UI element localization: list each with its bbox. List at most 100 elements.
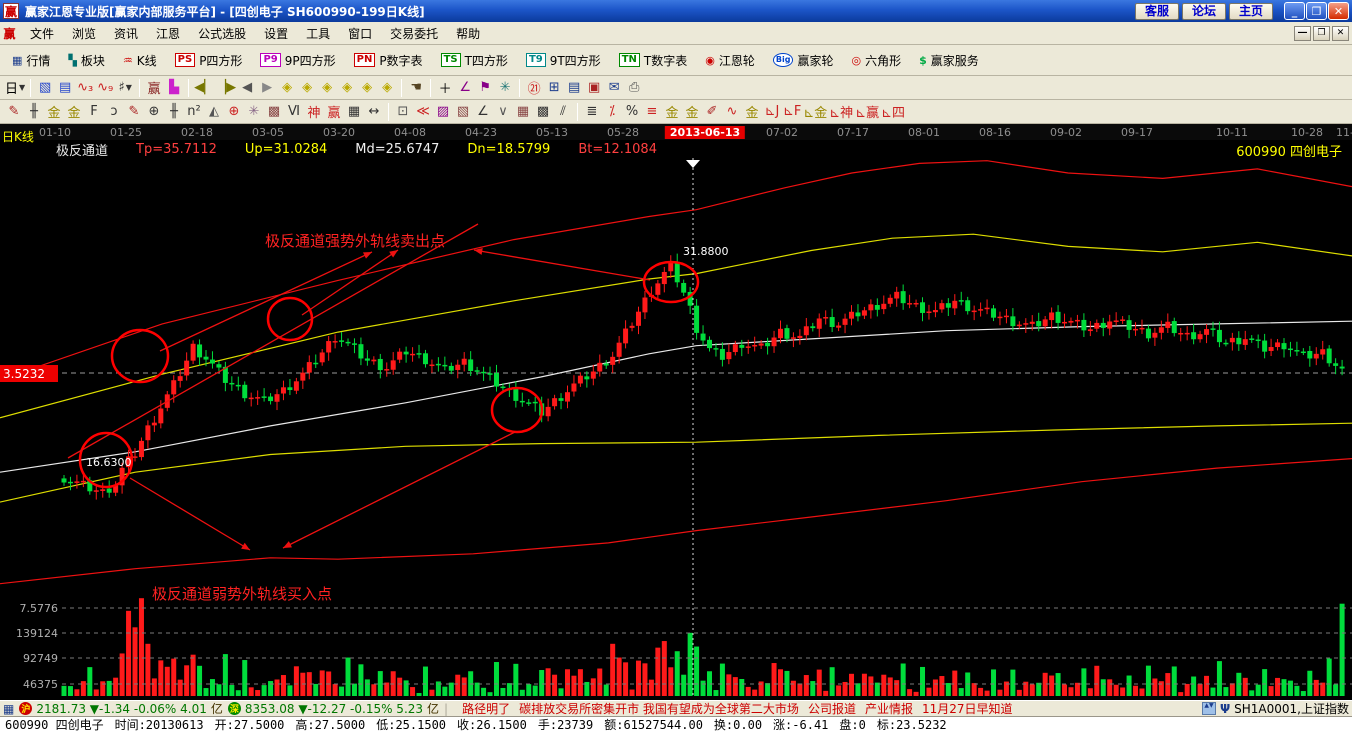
single-candle-icon[interactable]: ♯▼ — [115, 78, 135, 97]
pen-mark-icon[interactable]: ✐ — [702, 102, 722, 121]
winner-logo-icon[interactable]: 赢 — [144, 78, 164, 97]
grid-ruler-icon[interactable]: ▦ — [344, 102, 364, 121]
flag-tool-icon[interactable]: ⚑ — [475, 78, 495, 97]
mirror-tool-icon[interactable]: ◭ — [204, 102, 224, 121]
toolbar-button-gann-wheel[interactable]: ◉江恩轮 — [697, 48, 763, 73]
ma3-lines-icon[interactable]: ∿₃ — [75, 78, 95, 97]
zoom-in-h-icon[interactable]: ◈ — [297, 78, 317, 97]
shape-grid-icon[interactable]: ▧ — [453, 102, 473, 121]
gold-grid-1-icon[interactable]: 金 — [44, 102, 64, 121]
notes-icon[interactable]: ▤ — [564, 78, 584, 97]
angle-shen-icon[interactable]: ⊾神 — [828, 102, 854, 121]
wave-tool-icon[interactable]: ∿ — [722, 102, 742, 121]
toolbar-button-9t-square[interactable]: T99T四方形 — [518, 48, 609, 73]
news-headline-link[interactable]: 路径明了 — [462, 700, 510, 716]
gold-section-icon[interactable]: 金 — [662, 102, 682, 121]
menu-item-browse[interactable]: 浏览 — [63, 22, 105, 45]
percent-icon[interactable]: % — [622, 102, 642, 121]
maximize-button[interactable]: ❐ — [1306, 2, 1327, 20]
angle-measure-icon[interactable]: ∠ — [455, 78, 475, 97]
spiral-tool-icon[interactable]: ɔ — [104, 102, 124, 121]
level-lines-icon[interactable]: ≡ — [642, 102, 662, 121]
expand-v-icon[interactable]: ◈ — [377, 78, 397, 97]
angle-j-icon[interactable]: ⊾J — [762, 102, 782, 121]
expand-h-icon[interactable]: ◈ — [317, 78, 337, 97]
menu-item-tools[interactable]: 工具 — [297, 22, 339, 45]
index-shortcut-label[interactable]: SH1A0001,上证指数 — [1234, 700, 1349, 716]
news-headline-link[interactable]: 产业情报 — [865, 700, 913, 716]
toolbar-button-t-square[interactable]: TST四方形 — [433, 48, 516, 73]
close-button[interactable]: ✕ — [1328, 2, 1349, 20]
homepage-button[interactable]: 主页 — [1229, 3, 1273, 20]
toolbar-button-p-number-table[interactable]: PNP数字表 — [346, 48, 431, 73]
target-tool-icon[interactable]: ⊕ — [224, 102, 244, 121]
child-minimize-button[interactable]: ― — [1294, 26, 1311, 41]
pattern-tool-icon[interactable]: ✳ — [495, 78, 515, 97]
shape-fill-icon[interactable]: ▨ — [433, 102, 453, 121]
zigzag-line-icon[interactable]: ∨ — [493, 102, 513, 121]
calculator-icon[interactable]: ⊞ — [544, 78, 564, 97]
menu-item-file[interactable]: 文件 — [21, 22, 63, 45]
menu-item-gann[interactable]: 江恩 — [147, 22, 189, 45]
overlay-chart-icon[interactable]: ▧ — [35, 78, 55, 97]
toolbar-button-hexagon[interactable]: ◎六角形 — [843, 48, 909, 73]
grid-fine-icon[interactable]: ▦ — [513, 102, 533, 121]
gold-grid-2-icon[interactable]: 金 — [64, 102, 84, 121]
hand-tool-icon[interactable]: ☚ — [406, 78, 426, 97]
grid-coarse-icon[interactable]: ▩ — [533, 102, 553, 121]
trend-line-icon[interactable]: ∠ — [473, 102, 493, 121]
indicator-title[interactable]: 极反通道 — [56, 140, 108, 159]
ma9-lines-icon[interactable]: ∿₉ — [95, 78, 115, 97]
menu-item-trade[interactable]: 交易委托 — [381, 22, 447, 45]
child-restore-button[interactable]: ❐ — [1313, 26, 1330, 41]
tick-ruler-icon[interactable]: ╫ — [164, 102, 184, 121]
volume-histogram-icon[interactable]: ▙ — [164, 78, 184, 97]
menu-item-formula-pick[interactable]: 公式选股 — [189, 22, 255, 45]
menu-item-help[interactable]: 帮助 — [447, 22, 489, 45]
market-grid-icon[interactable]: ▦ — [3, 702, 14, 716]
n-square-tool-icon[interactable]: n² — [184, 102, 204, 121]
news-headline-link[interactable]: 11月27日早知道 — [922, 700, 1013, 716]
save-icon[interactable]: ▣ — [584, 78, 604, 97]
toolbar-button-kline[interactable]: ♒K线 — [115, 48, 165, 73]
news-headline-link[interactable]: 公司报道 — [808, 700, 856, 716]
printer-icon[interactable]: ⎙ — [624, 78, 644, 97]
price-scale-icon[interactable]: ≣ — [582, 102, 602, 121]
step-back-icon[interactable]: ◀ — [237, 78, 257, 97]
period-day-selector-dropdown-icon[interactable]: ▼ — [19, 83, 25, 92]
menu-item-window[interactable]: 窗口 — [339, 22, 381, 45]
toolbar-button-winner-service[interactable]: $赢家服务 — [911, 48, 987, 73]
cycle-circle-icon[interactable]: ⊕ — [144, 102, 164, 121]
forum-button[interactable]: 论坛 — [1182, 3, 1226, 20]
customer-service-button[interactable]: 客服 — [1135, 3, 1179, 20]
grid-box-icon[interactable]: ▩ — [264, 102, 284, 121]
ruler-ticks-icon[interactable]: ╫ — [24, 102, 44, 121]
period-day-selector-icon[interactable]: 日▼ — [4, 78, 26, 97]
angle-win-icon[interactable]: ⊾赢 — [854, 102, 880, 121]
gann-fan-icon[interactable]: ≪ — [413, 102, 433, 121]
step-forward-icon[interactable]: ▶ — [257, 78, 277, 97]
gold-channel-icon[interactable]: 金 — [682, 102, 702, 121]
shen-tool-icon[interactable]: 神 — [304, 102, 324, 121]
info-board-icon[interactable]: ▤ — [55, 78, 75, 97]
parallel-lines-icon[interactable]: ⫽ — [553, 102, 573, 121]
angle-si-icon[interactable]: ⊾四 — [880, 102, 906, 121]
menu-item-settings[interactable]: 设置 — [255, 22, 297, 45]
toolbar-button-9p-square[interactable]: P99P四方形 — [252, 48, 343, 73]
gold-angle-icon[interactable]: 金 — [742, 102, 762, 121]
wave-count-icon[interactable]: Ⅵ — [284, 102, 304, 121]
jump-first-icon[interactable]: ◀▏ — [193, 78, 215, 97]
calendar-icon[interactable]: ㉑ — [524, 78, 544, 97]
toolbar-button-t-number-table[interactable]: TNT数字表 — [611, 48, 696, 73]
fib-tool-icon[interactable]: F — [84, 102, 104, 121]
expand-all-icon[interactable]: ◈ — [357, 78, 377, 97]
single-candle-dropdown-icon[interactable]: ▼ — [126, 83, 132, 92]
crosshair-tool-icon[interactable]: ＋ — [435, 78, 455, 97]
child-close-button[interactable]: ✕ — [1332, 26, 1349, 41]
star-grid-icon[interactable]: ✳ — [244, 102, 264, 121]
minimize-button[interactable]: _ — [1284, 2, 1305, 20]
knife-tool-icon[interactable]: ✎ — [4, 102, 24, 121]
brush-tool-icon[interactable]: ✎ — [124, 102, 144, 121]
span-tool-icon[interactable]: ↔ — [364, 102, 384, 121]
menu-item-news[interactable]: 资讯 — [105, 22, 147, 45]
